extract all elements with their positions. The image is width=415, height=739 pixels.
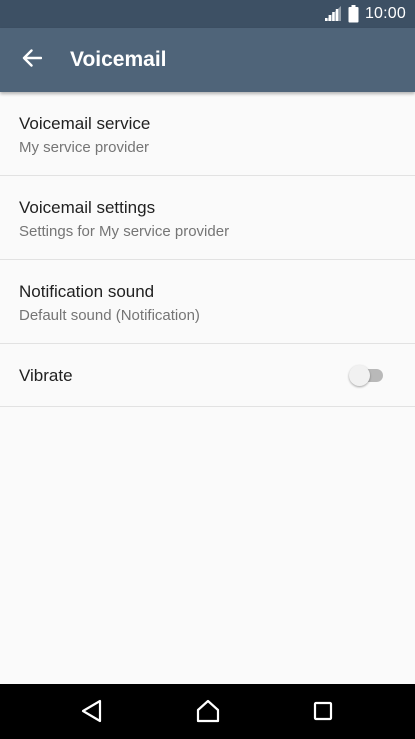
item-summary: My service provider (19, 139, 150, 156)
item-title: Vibrate (19, 366, 73, 385)
item-summary: Settings for My service provider (19, 223, 230, 240)
back-button[interactable] (14, 42, 50, 78)
nav-back-button[interactable] (72, 693, 112, 733)
item-title: Notification sound (19, 282, 155, 301)
nav-home-button[interactable] (188, 693, 228, 733)
settings-item-vibrate[interactable]: Vibrate (0, 344, 415, 407)
settings-item-voicemail-settings[interactable]: Voicemail settings Settings for My servi… (0, 176, 415, 260)
navigation-bar (0, 684, 415, 739)
voicemail-settings-screen: 10:00 Voicemail Voicemail service My ser… (0, 0, 415, 739)
vibrate-toggle[interactable] (349, 365, 385, 386)
status-icons: 10:00 (324, 0, 406, 28)
page-title: Voicemail (70, 48, 167, 71)
settings-item-voicemail-service[interactable]: Voicemail service My service provider (0, 92, 415, 176)
settings-list: Voicemail service My service provider Vo… (0, 92, 415, 407)
toggle-thumb (349, 365, 370, 386)
app-bar: Voicemail (0, 28, 415, 92)
status-bar: 10:00 (0, 0, 415, 28)
status-time: 10:00 (364, 5, 406, 22)
nav-home-icon (195, 699, 221, 728)
nav-recents-button[interactable] (303, 693, 343, 733)
item-summary: Default sound (Notification) (19, 307, 200, 324)
nav-recents-icon (313, 701, 333, 726)
item-title: Voicemail service (19, 114, 151, 133)
settings-item-notification-sound[interactable]: Notification sound Default sound (Notifi… (0, 260, 415, 344)
battery-icon (348, 5, 359, 23)
signal-icon (324, 6, 342, 22)
arrow-back-icon (22, 48, 43, 72)
nav-back-icon (81, 699, 103, 728)
item-title: Voicemail settings (19, 198, 156, 217)
